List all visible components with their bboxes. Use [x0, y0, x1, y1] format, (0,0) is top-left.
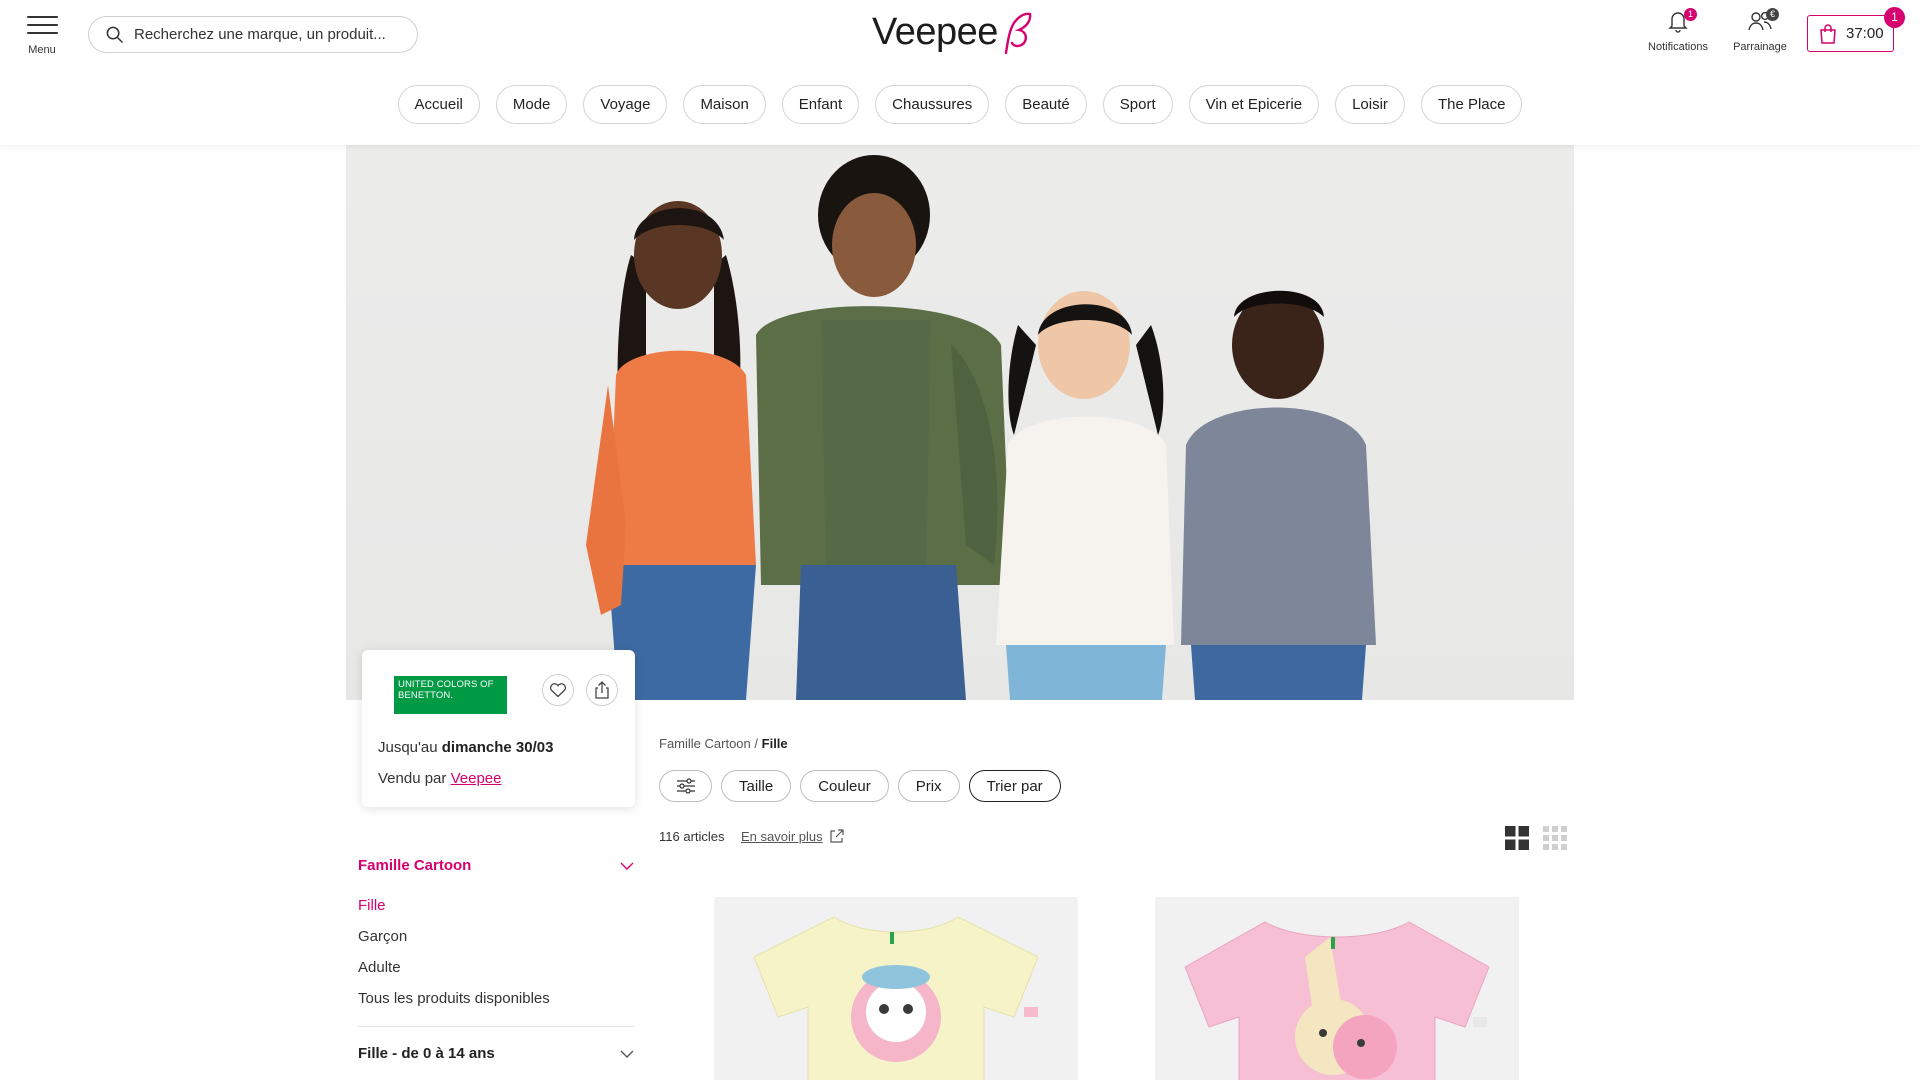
nav-the-place[interactable]: The Place	[1420, 85, 1523, 124]
search-icon	[106, 26, 123, 43]
referral-label: Parrainage	[1733, 41, 1787, 53]
nav-beaute[interactable]: Beauté	[1005, 85, 1087, 124]
butterfly-icon	[1004, 12, 1032, 55]
category-nav: Accueil Mode Voyage Maison Enfant Chauss…	[0, 85, 1920, 124]
sidebar-divider	[358, 1026, 634, 1027]
until-date: dimanche 30/03	[441, 739, 554, 756]
nav-maison[interactable]: Maison	[683, 85, 766, 124]
sold-by: Vendu par Veepee	[378, 770, 501, 787]
breadcrumb-current: Fille	[761, 736, 788, 751]
filters-settings-button[interactable]	[659, 770, 712, 802]
filter-prix-button[interactable]: Prix	[897, 770, 960, 802]
search-box[interactable]	[88, 16, 418, 53]
search-input[interactable]	[134, 26, 404, 43]
nav-accueil[interactable]: Accueil	[397, 85, 480, 124]
article-count: 116 articles	[659, 829, 725, 844]
referral-badge: €	[1766, 8, 1779, 21]
product-card-yellow-tshirt[interactable]	[714, 897, 1078, 1080]
sidebar-item-adulte[interactable]: Adulte	[358, 959, 401, 976]
nav-loisir[interactable]: Loisir	[1335, 85, 1405, 124]
share-button[interactable]	[586, 674, 618, 706]
sidebar-section2-title: Fille - de 0 à 14 ans	[358, 1045, 495, 1062]
product-image	[753, 916, 1039, 1080]
chevron-down-icon	[620, 1050, 634, 1058]
sidebar-section-title: Famille Cartoon	[358, 857, 472, 874]
sort-button[interactable]: Trier par	[968, 770, 1061, 802]
nav-vin-epicerie[interactable]: Vin et Epicerie	[1188, 85, 1320, 124]
menu-button[interactable]: Menu	[24, 16, 60, 58]
hamburger-icon	[24, 16, 60, 34]
product-card-pink-tshirt[interactable]	[1155, 897, 1519, 1080]
nav-voyage[interactable]: Voyage	[583, 85, 668, 124]
benetton-logo: UNITED COLORS OF BENETTON.	[394, 676, 507, 714]
sale-end-date: Jusqu'au dimanche 30/03	[378, 739, 553, 756]
sidebar-section-famille-cartoon[interactable]: Famille Cartoon	[358, 857, 634, 874]
sold-by-link[interactable]: Veepee	[451, 770, 502, 787]
brand-card: UNITED COLORS OF BENETTON. Jusqu'au dima…	[362, 650, 635, 807]
nav-sport[interactable]: Sport	[1102, 85, 1173, 124]
sold-by-prefix: Vendu par	[378, 770, 447, 787]
person-green-jacket	[756, 155, 1011, 700]
shopping-bag-icon	[1820, 23, 1836, 44]
nav-chaussures[interactable]: Chaussures	[875, 85, 990, 124]
cart-badge: 1	[1884, 7, 1905, 28]
hero-illustration	[586, 155, 1376, 700]
product-image	[1184, 921, 1490, 1080]
menu-label: Menu	[28, 44, 56, 56]
sidebar-section-fille-age[interactable]: Fille - de 0 à 14 ans	[358, 1045, 634, 1062]
notifications-label: Notifications	[1648, 41, 1708, 53]
breadcrumb-parent[interactable]: Famille Cartoon	[659, 736, 751, 751]
until-prefix: Jusqu'au	[378, 739, 438, 756]
external-link-icon	[830, 829, 844, 843]
chevron-down-icon	[620, 862, 634, 870]
share-icon	[595, 681, 609, 699]
person-grey-jacket	[1181, 290, 1376, 700]
sidebar-item-fille[interactable]: Fille	[358, 897, 386, 914]
referral-button[interactable]: € Parrainage	[1724, 8, 1796, 53]
sidebar-item-all-products[interactable]: Tous les produits disponibles	[358, 990, 550, 1007]
learn-more-link[interactable]: En savoir plus	[741, 829, 844, 844]
notifications-button[interactable]: 1 Notifications	[1640, 8, 1716, 53]
filter-couleur-button[interactable]: Couleur	[800, 770, 889, 802]
logo-text: Veepee	[872, 10, 998, 53]
hero-banner-image	[346, 145, 1574, 700]
nav-enfant[interactable]: Enfant	[781, 85, 860, 124]
sliders-icon	[676, 778, 695, 794]
filter-bar: Taille Couleur Prix Trier par	[659, 770, 1061, 802]
grid-view-small-icon[interactable]	[1543, 826, 1567, 855]
notifications-badge: 1	[1684, 8, 1697, 21]
breadcrumb: Famille Cartoon / Fille	[659, 736, 788, 751]
sidebar-item-garcon[interactable]: Garçon	[358, 928, 407, 945]
cart-timer: 37:00	[1846, 25, 1884, 42]
top-header: Menu Veepee 1 Notifications € Parrainage…	[0, 0, 1920, 145]
breadcrumb-separator: /	[754, 736, 759, 751]
learn-more-label: En savoir plus	[741, 829, 823, 844]
heart-icon	[549, 683, 567, 698]
favorite-button[interactable]	[542, 674, 574, 706]
filter-taille-button[interactable]: Taille	[721, 770, 792, 802]
cart-button[interactable]: 37:00 1	[1807, 7, 1905, 52]
grid-view-large-icon[interactable]	[1505, 826, 1529, 855]
person-white-jacket	[996, 291, 1174, 700]
person-orange-jacket	[586, 201, 756, 700]
nav-mode[interactable]: Mode	[495, 85, 568, 124]
veepee-logo[interactable]: Veepee	[872, 4, 1052, 60]
